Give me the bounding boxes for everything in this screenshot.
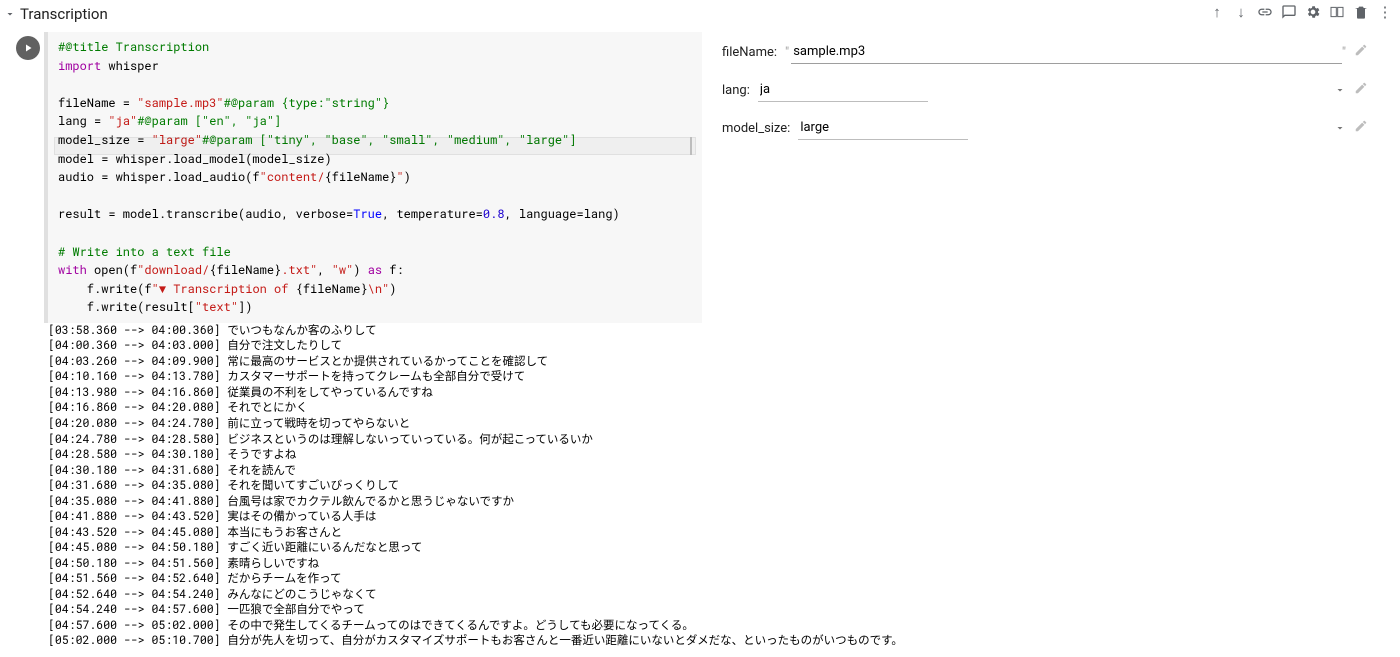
settings-icon[interactable] bbox=[1302, 1, 1324, 23]
filename-input[interactable] bbox=[791, 40, 1342, 64]
collapse-caret-icon[interactable] bbox=[4, 8, 16, 20]
code-editor[interactable]: #@title Transcription import whisper fil… bbox=[44, 32, 702, 323]
pencil-icon[interactable] bbox=[1354, 81, 1368, 99]
cell-form: fileName: " " lang: model_size: bbox=[714, 32, 1392, 323]
move-up-icon[interactable]: ↑ bbox=[1206, 1, 1228, 23]
model-size-label: model_size: bbox=[722, 121, 790, 136]
cell-output: [03:58.360 --> 04:00.360] でいつもなんか客のふりして … bbox=[0, 323, 1400, 657]
move-down-icon[interactable]: ↓ bbox=[1230, 1, 1252, 23]
quote-mark: " bbox=[1342, 45, 1346, 60]
chevron-down-icon bbox=[1334, 122, 1346, 138]
chevron-down-icon bbox=[1334, 84, 1346, 100]
mirror-icon[interactable] bbox=[1326, 1, 1348, 23]
play-icon bbox=[22, 42, 34, 54]
delete-icon[interactable] bbox=[1350, 1, 1372, 23]
run-button[interactable] bbox=[16, 36, 40, 60]
lang-select[interactable] bbox=[758, 78, 928, 102]
lang-label: lang: bbox=[722, 83, 750, 98]
model-size-select[interactable] bbox=[798, 116, 968, 140]
code-cell: #@title Transcription import whisper fil… bbox=[0, 28, 1400, 323]
filename-label: fileName: bbox=[722, 45, 777, 60]
more-icon[interactable]: ⋮ bbox=[1374, 1, 1396, 23]
comment-icon[interactable] bbox=[1278, 1, 1300, 23]
pencil-icon[interactable] bbox=[1354, 43, 1368, 61]
cell-toolbar: ↑ ↓ ⋮ bbox=[1206, 0, 1396, 24]
link-icon[interactable] bbox=[1254, 1, 1276, 23]
quote-mark: " bbox=[785, 45, 789, 60]
pencil-icon[interactable] bbox=[1354, 119, 1368, 137]
section-header: Transcription bbox=[0, 0, 1400, 28]
section-title: Transcription bbox=[20, 5, 108, 23]
